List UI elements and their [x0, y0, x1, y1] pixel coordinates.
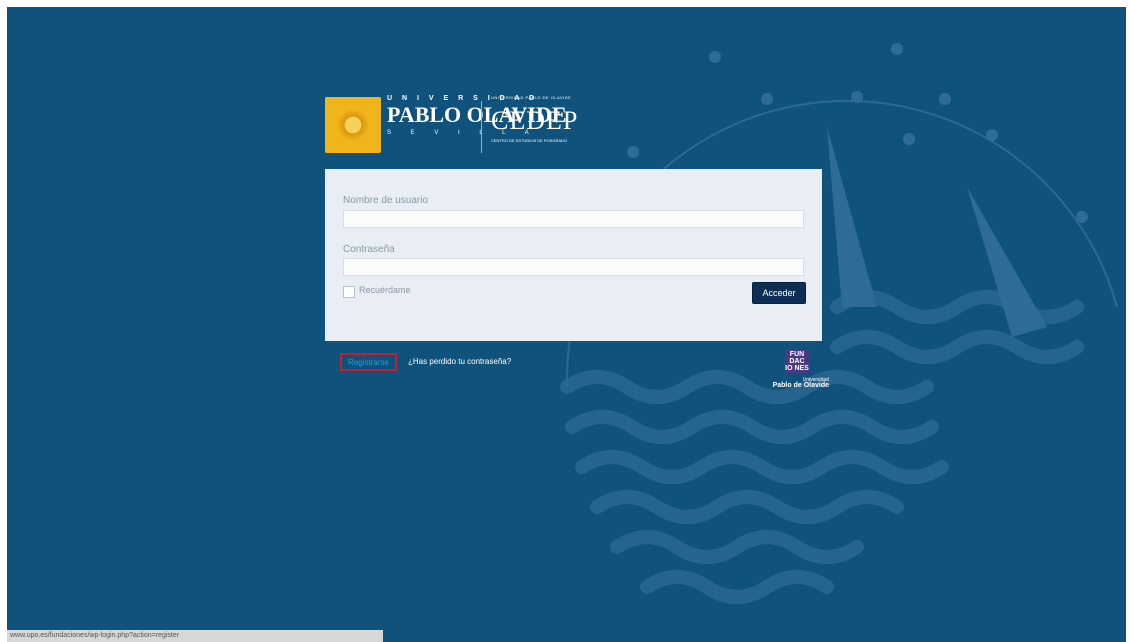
logo-divider [481, 101, 482, 153]
fundaciones-logo[interactable]: FUN DAC IO NES Universidad Pablo de Olav… [749, 349, 829, 405]
cedep-logo-university: UNIVERSIDAD PABLO DE OLAVIDE [491, 95, 572, 100]
header-logos: U N I V E R S I D A D PABLO OLAVIDE S E … [325, 95, 585, 161]
password-input[interactable] [343, 258, 804, 276]
username-label: Nombre de usuario [343, 195, 429, 206]
fundaciones-mark-icon: FUN DAC IO NES [785, 349, 809, 373]
cedep-logo-name: CEDEP [491, 106, 579, 135]
username-input[interactable] [343, 210, 804, 228]
lost-password-link[interactable]: ¿Has perdido tu contraseña? [408, 357, 511, 366]
login-button[interactable]: Acceder [752, 282, 806, 304]
cedep-logo-subtitle: CENTRO DE ESTUDIOS DE POSGRADO [491, 138, 568, 143]
register-link[interactable]: Registrarse [340, 353, 397, 371]
login-page: U N I V E R S I D A D PABLO OLAVIDE S E … [7, 7, 1126, 642]
fundaciones-name: Pablo de Olavide [772, 382, 829, 389]
cedep-logo: UNIVERSIDAD PABLO DE OLAVIDE CEDEP CENTR… [491, 95, 578, 143]
remember-label[interactable]: Recuérdame [359, 285, 411, 295]
remember-checkbox[interactable] [343, 286, 355, 298]
login-form: Nombre de usuario Contraseña Recuérdame … [325, 169, 822, 341]
password-label: Contraseña [343, 244, 395, 255]
status-bar-url: www.upo.es/fundaciones/wp-login.php?acti… [7, 630, 383, 642]
upo-emblem-icon [325, 97, 381, 153]
